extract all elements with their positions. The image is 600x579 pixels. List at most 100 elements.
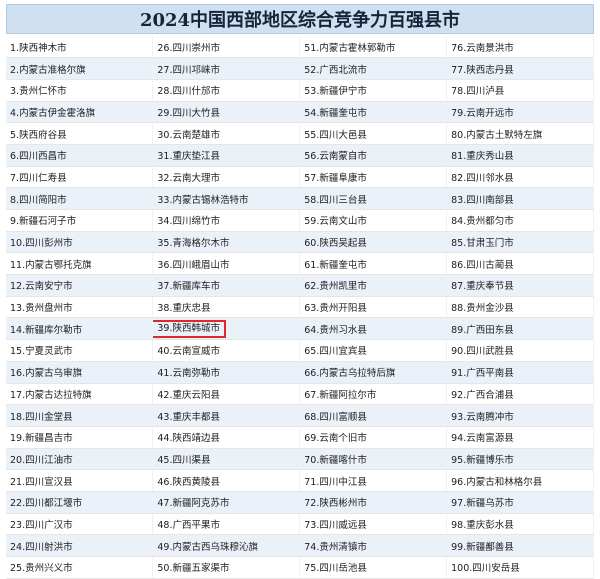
ranking-cell: 18.四川金堂县 bbox=[6, 404, 154, 427]
county-entry: 65.四川宜宾县 bbox=[304, 346, 367, 358]
ranking-cell: 95.新疆博乐市 bbox=[446, 448, 594, 471]
ranking-cell: 73.四川威远县 bbox=[299, 513, 448, 536]
ranking-cell: 25.贵州兴义市 bbox=[6, 556, 154, 579]
county-entry: 66.内蒙古乌拉特后旗 bbox=[304, 368, 396, 380]
county-entry: 34.四川绵竹市 bbox=[157, 216, 220, 228]
ranking-cell: 24.四川射洪市 bbox=[6, 534, 154, 557]
county-entry: 47.新疆阿克苏市 bbox=[157, 498, 230, 510]
county-entry: 6.四川西昌市 bbox=[10, 151, 67, 163]
table-row: 17.内蒙古达拉特旗 42.重庆云阳县 67.新疆阿拉尔市 92.广西合浦县 bbox=[6, 383, 594, 406]
ranking-cell: 66.内蒙古乌拉特后旗 bbox=[299, 361, 448, 384]
ranking-cell: 100.四川安岳县 bbox=[446, 556, 594, 579]
county-entry: 97.新疆乌苏市 bbox=[451, 498, 514, 510]
county-entry: 27.四川邛崃市 bbox=[157, 64, 220, 76]
county-entry: 85.甘肃玉门市 bbox=[451, 238, 514, 250]
ranking-cell: 81.重庆秀山县 bbox=[446, 144, 594, 167]
county-entry: 8.四川简阳市 bbox=[10, 194, 67, 206]
table-row: 13.贵州盘州市 38.重庆忠县 63.贵州开阳县 88.贵州金沙县 bbox=[6, 296, 594, 319]
county-entry: 30.云南楚雄市 bbox=[157, 129, 220, 141]
ranking-cell: 84.贵州都匀市 bbox=[446, 209, 594, 232]
ranking-cell: 47.新疆阿克苏市 bbox=[152, 491, 301, 514]
table-row: 12.云南安宁市 37.新疆库车市 62.贵州凯里市 87.重庆奉节县 bbox=[6, 274, 594, 297]
table-row: 19.新疆昌吉市 44.陕西靖边县 69.云南个旧市 94.云南富源县 bbox=[6, 426, 594, 449]
table-row: 4.内蒙古伊金霍洛旗 29.四川大竹县 54.新疆奎屯市 79.云南开远市 bbox=[6, 101, 594, 124]
ranking-cell: 41.云南弥勒市 bbox=[152, 361, 301, 384]
ranking-cell: 27.四川邛崃市 bbox=[152, 57, 301, 80]
table-row: 5.陕西府谷县 30.云南楚雄市 55.四川大邑县 80.内蒙古土默特左旗 bbox=[6, 122, 594, 145]
ranking-cell: 71.四川中江县 bbox=[299, 469, 448, 492]
county-entry: 73.四川威远县 bbox=[304, 519, 367, 531]
ranking-cell: 20.四川江油市 bbox=[6, 448, 154, 471]
ranking-cell: 56.云南蒙自市 bbox=[299, 144, 448, 167]
county-entry: 84.贵州都匀市 bbox=[451, 216, 514, 228]
county-entry: 1.陕西神木市 bbox=[10, 42, 67, 54]
ranking-cell: 72.陕西彬州市 bbox=[299, 491, 448, 514]
ranking-cell: 4.内蒙古伊金霍洛旗 bbox=[6, 101, 154, 124]
ranking-cell: 45.四川渠县 bbox=[152, 448, 301, 471]
county-entry: 82.四川邻水县 bbox=[451, 172, 514, 184]
county-entry: 5.陕西府谷县 bbox=[10, 129, 67, 141]
ranking-table: 1.陕西神木市 26.四川崇州市 51.内蒙古霍林郭勒市 76.云南景洪市 2.内蒙古准… bbox=[6, 36, 594, 579]
ranking-cell: 86.四川古蔺县 bbox=[446, 252, 594, 276]
county-entry: 56.云南蒙自市 bbox=[304, 151, 367, 163]
county-entry: 21.四川宣汉县 bbox=[10, 476, 73, 488]
ranking-cell: 68.四川富顺县 bbox=[299, 404, 448, 427]
ranking-cell: 8.四川简阳市 bbox=[6, 187, 154, 210]
table-row: 7.四川仁寿县 32.云南大理市 57.新疆阜康市 82.四川邻水县 bbox=[6, 166, 594, 189]
ranking-cell: 5.陕西府谷县 bbox=[6, 122, 154, 145]
county-entry: 67.新疆阿拉尔市 bbox=[304, 389, 377, 401]
county-entry: 18.四川金堂县 bbox=[10, 411, 73, 423]
ranking-cell: 55.四川大邑县 bbox=[299, 122, 448, 145]
ranking-cell: 74.贵州清镇市 bbox=[299, 534, 448, 557]
ranking-cell: 35.青海格尔木市 bbox=[152, 231, 301, 254]
county-entry: 88.贵州金沙县 bbox=[451, 303, 514, 315]
table-row: 25.贵州兴义市 50.新疆五家渠市 75.四川岳池县 100.四川安岳县 bbox=[6, 556, 594, 579]
table-row: 11.内蒙古鄂托克旗 36.四川峨眉山市 61.新疆奎屯市 86.四川古蔺县 bbox=[6, 252, 594, 276]
county-entry: 95.新疆博乐市 bbox=[451, 454, 514, 466]
table-row: 16.内蒙古乌审旗 41.云南弥勒市 66.内蒙古乌拉特后旗 91.广西平南县 bbox=[6, 361, 594, 384]
ranking-page: 2024中国西部地区综合竞争力百强县市 1.陕西神木市 26.四川崇州市 51.内蒙… bbox=[0, 0, 600, 579]
ranking-cell: 10.四川彭州市 bbox=[6, 231, 154, 254]
county-entry: 70.新疆喀什市 bbox=[304, 454, 367, 466]
county-entry: 20.四川江油市 bbox=[10, 454, 73, 466]
ranking-cell: 31.重庆垫江县 bbox=[152, 144, 301, 167]
ranking-cell: 61.新疆奎屯市 bbox=[299, 252, 448, 276]
county-entry: 3.贵州仁怀市 bbox=[10, 86, 67, 98]
ranking-cell: 19.新疆昌吉市 bbox=[6, 426, 154, 449]
ranking-cell: 2.内蒙古准格尔旗 bbox=[6, 57, 154, 80]
county-entry: 69.云南个旧市 bbox=[304, 433, 367, 445]
county-entry: 55.四川大邑县 bbox=[304, 129, 367, 141]
ranking-cell: 28.四川什邡市 bbox=[152, 79, 301, 102]
county-entry: 91.广西平南县 bbox=[451, 368, 514, 380]
county-entry: 72.陕西彬州市 bbox=[304, 498, 367, 510]
ranking-cell: 67.新疆阿拉尔市 bbox=[299, 383, 448, 406]
county-entry: 15.宁夏灵武市 bbox=[10, 346, 73, 358]
ranking-cell: 52.广西北流市 bbox=[299, 57, 448, 80]
county-entry: 87.重庆奉节县 bbox=[451, 281, 514, 293]
ranking-cell: 93.云南腾冲市 bbox=[446, 404, 594, 427]
county-entry: 63.贵州开阳县 bbox=[304, 303, 367, 315]
ranking-cell: 38.重庆忠县 bbox=[152, 296, 301, 319]
county-entry: 64.贵州习水县 bbox=[304, 324, 367, 336]
ranking-cell: 44.陕西靖边县 bbox=[152, 426, 301, 449]
ranking-cell: 1.陕西神木市 bbox=[6, 36, 154, 59]
table-row: 1.陕西神木市 26.四川崇州市 51.内蒙古霍林郭勒市 76.云南景洪市 bbox=[6, 36, 594, 59]
ranking-cell: 53.新疆伊宁市 bbox=[299, 79, 448, 102]
ranking-cell: 51.内蒙古霍林郭勒市 bbox=[299, 36, 448, 59]
ranking-cell: 22.四川都江堰市 bbox=[6, 491, 154, 514]
county-entry: 77.陕西志丹县 bbox=[451, 64, 514, 76]
county-entry: 12.云南安宁市 bbox=[10, 281, 73, 293]
county-entry: 93.云南腾冲市 bbox=[451, 411, 514, 423]
county-entry: 13.贵州盘州市 bbox=[10, 303, 73, 315]
county-entry: 23.四川广汉市 bbox=[10, 519, 73, 531]
ranking-cell: 57.新疆阜康市 bbox=[299, 166, 448, 189]
table-row: 15.宁夏灵武市 40.云南宣威市 65.四川宜宾县 90.四川武胜县 bbox=[6, 339, 594, 362]
table-row: 22.四川都江堰市 47.新疆阿克苏市 72.陕西彬州市 97.新疆乌苏市 bbox=[6, 491, 594, 514]
county-entry: 37.新疆库车市 bbox=[157, 281, 220, 293]
ranking-cell: 30.云南楚雄市 bbox=[152, 122, 301, 145]
ranking-cell: 48.广西平果市 bbox=[152, 513, 301, 536]
ranking-cell: 7.四川仁寿县 bbox=[6, 166, 154, 189]
county-entry: 52.广西北流市 bbox=[304, 64, 367, 76]
county-entry: 51.内蒙古霍林郭勒市 bbox=[304, 42, 396, 54]
county-entry: 19.新疆昌吉市 bbox=[10, 433, 73, 445]
